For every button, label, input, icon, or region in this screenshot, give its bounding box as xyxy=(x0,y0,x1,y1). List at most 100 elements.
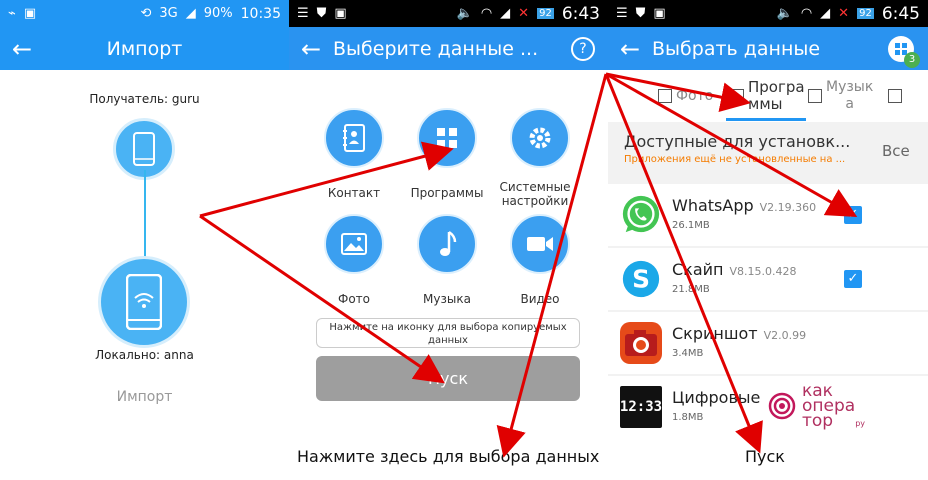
gallery-icon: ▣ xyxy=(653,6,666,21)
available-section-header: Доступные для установк... Приложения ещё… xyxy=(608,122,928,174)
app-version: V2.19.360 xyxy=(759,201,817,214)
contacts-icon[interactable] xyxy=(324,108,384,168)
music-icon[interactable] xyxy=(417,214,477,274)
app-size: 1.8MB xyxy=(672,412,704,423)
signal-icon: ◢ xyxy=(185,6,196,21)
category-tabs: Фото Програ ммы Музык а xyxy=(608,70,928,122)
signal-waves-icon xyxy=(768,392,796,420)
connection-line xyxy=(144,170,146,260)
battery-badge: 92 xyxy=(537,8,554,19)
selected-count-badge: 3 xyxy=(904,51,920,68)
app-row-screenshot[interactable]: Скриншот V2.0.99 3.4MB xyxy=(608,312,928,374)
tab-checkbox[interactable] xyxy=(808,89,822,103)
clock: 6:43 xyxy=(561,3,600,24)
selection-icon[interactable]: 3 xyxy=(888,35,920,68)
import-button[interactable]: Импорт xyxy=(0,389,289,405)
app-checkbox-checked[interactable]: ✓ xyxy=(844,206,862,224)
status-bar: ☰ ⛊ ▣ 🔈 ◠ ◢ ✕ 92 6:43 xyxy=(289,0,608,27)
no-signal-icon: ✕ xyxy=(518,6,530,21)
back-arrow-icon[interactable]: ← xyxy=(289,35,333,63)
photo-icon[interactable] xyxy=(324,214,384,274)
apps-icon[interactable] xyxy=(417,108,477,168)
tab-checkbox[interactable] xyxy=(888,89,902,103)
menu-icon: ☰ xyxy=(297,6,309,21)
local-label: Локально: anna xyxy=(95,348,194,362)
section-title: Доступные для установк... xyxy=(624,132,851,151)
select-data-screen: ☰ ⛊ ▣ 🔈 ◠ ◢ ✕ 92 6:43 ← Выберите данные … xyxy=(289,0,608,432)
network-type: 3G xyxy=(159,6,178,21)
shield-icon: ⛊ xyxy=(635,6,646,21)
page-title: Выбрать данные xyxy=(652,37,821,60)
video-icon[interactable] xyxy=(510,214,570,274)
svg-text:S: S xyxy=(632,265,650,294)
app-name: WhatsApp V2.19.360 xyxy=(672,196,816,215)
start-button[interactable]: Пуск xyxy=(316,356,580,401)
app-bar: ← Выберите данные ... ? xyxy=(289,27,608,70)
tab-music[interactable]: Музык а xyxy=(808,70,873,122)
no-signal-icon: ✕ xyxy=(838,6,850,21)
gallery-icon: ▣ xyxy=(334,6,347,21)
caption-start: Пуск xyxy=(745,447,785,466)
watermark-logo: как опера тор ру xyxy=(768,378,888,434)
hint-box: Нажмите на иконку для выбора копируемых … xyxy=(316,318,580,348)
wifi-icon: ◠ xyxy=(800,6,813,21)
app-bar: ← Выбрать данные 3 xyxy=(608,27,928,70)
app-name-text: WhatsApp xyxy=(672,196,754,215)
tab-label: Програ ммы xyxy=(748,78,805,113)
app-size: 3.4MB xyxy=(672,348,704,359)
section-subtitle: Приложения ещё не установленные на ... xyxy=(624,154,846,165)
status-bar: ☰ ⛊ ▣ 🔈 ◠ ◢ ✕ 92 6:45 xyxy=(608,0,928,27)
app-name-text: Цифровые xyxy=(672,388,761,407)
usb-icon: ⌁ xyxy=(8,6,16,21)
app-name-text: Скриншот xyxy=(672,324,758,343)
choose-data-screen: ☰ ⛊ ▣ 🔈 ◠ ◢ ✕ 92 6:45 ← Выбрать данные 3… xyxy=(608,0,928,432)
volume-icon: 🔈 xyxy=(456,6,473,21)
grid-label-video: Видео xyxy=(520,292,560,306)
status-bar: ⌁ ▣ ⟲ 3G ◢ 90% 10:35 xyxy=(0,0,289,27)
app-version: V2.0.99 xyxy=(763,329,807,342)
back-arrow-icon[interactable]: ← xyxy=(0,35,44,63)
app-name: Скриншот V2.0.99 xyxy=(672,324,806,343)
tab-checkbox[interactable] xyxy=(730,89,744,103)
app-row-whatsapp[interactable]: WhatsApp V2.19.360 26.1MB ✓ xyxy=(608,184,928,246)
import-screen: ⌁ ▣ ⟲ 3G ◢ 90% 10:35 ← Импорт Получатель… xyxy=(0,0,289,432)
wifi-icon: ◠ xyxy=(480,6,493,21)
tab-more[interactable] xyxy=(888,70,906,122)
app-size: 26.1MB xyxy=(672,220,710,231)
app-size: 21.8MB xyxy=(672,284,710,295)
settings-icon[interactable] xyxy=(510,108,570,168)
battery-badge: 92 xyxy=(857,8,874,19)
volume-icon: 🔈 xyxy=(776,6,793,21)
help-icon[interactable]: ? xyxy=(571,36,595,61)
clock: 6:45 xyxy=(881,3,920,24)
tab-apps[interactable]: Програ ммы xyxy=(730,70,805,122)
page-title: Выберите данные ... xyxy=(333,37,539,60)
app-name: Цифровые xyxy=(672,388,760,407)
app-version: V8.15.0.428 xyxy=(729,265,797,278)
clock: 10:35 xyxy=(240,5,281,22)
app-bar: ← Импорт xyxy=(0,27,289,70)
whatsapp-icon xyxy=(620,194,662,236)
camera-icon xyxy=(620,322,662,364)
tab-label: Музык а xyxy=(826,79,874,112)
app-name-text: Скайп xyxy=(672,260,724,279)
signal-icon: ◢ xyxy=(500,6,511,21)
active-tab-indicator xyxy=(726,118,806,121)
tab-checkbox[interactable] xyxy=(658,89,672,103)
logo-suffix: ру xyxy=(855,419,865,428)
receiver-label: Получатель: guru xyxy=(89,92,200,106)
menu-icon: ☰ xyxy=(616,6,628,21)
caption-select-data: Нажмите здесь для выбора данных xyxy=(297,447,600,466)
select-all-button[interactable]: Все xyxy=(882,142,910,160)
page-title: Импорт xyxy=(106,37,183,60)
rotate-icon: ⟲ xyxy=(140,6,152,21)
tab-photo[interactable]: Фото xyxy=(658,70,713,122)
app-checkbox-checked[interactable]: ✓ xyxy=(844,270,862,288)
battery-level: 90% xyxy=(203,6,233,21)
app-row-skype[interactable]: S Скайп V8.15.0.428 21.8MB ✓ xyxy=(608,248,928,310)
local-phone-wifi-icon xyxy=(98,256,190,348)
back-arrow-icon[interactable]: ← xyxy=(608,35,652,63)
digital-clock-icon: 12:33 xyxy=(620,386,662,428)
signal-icon: ◢ xyxy=(820,6,831,21)
tab-label: Фото xyxy=(676,88,714,104)
